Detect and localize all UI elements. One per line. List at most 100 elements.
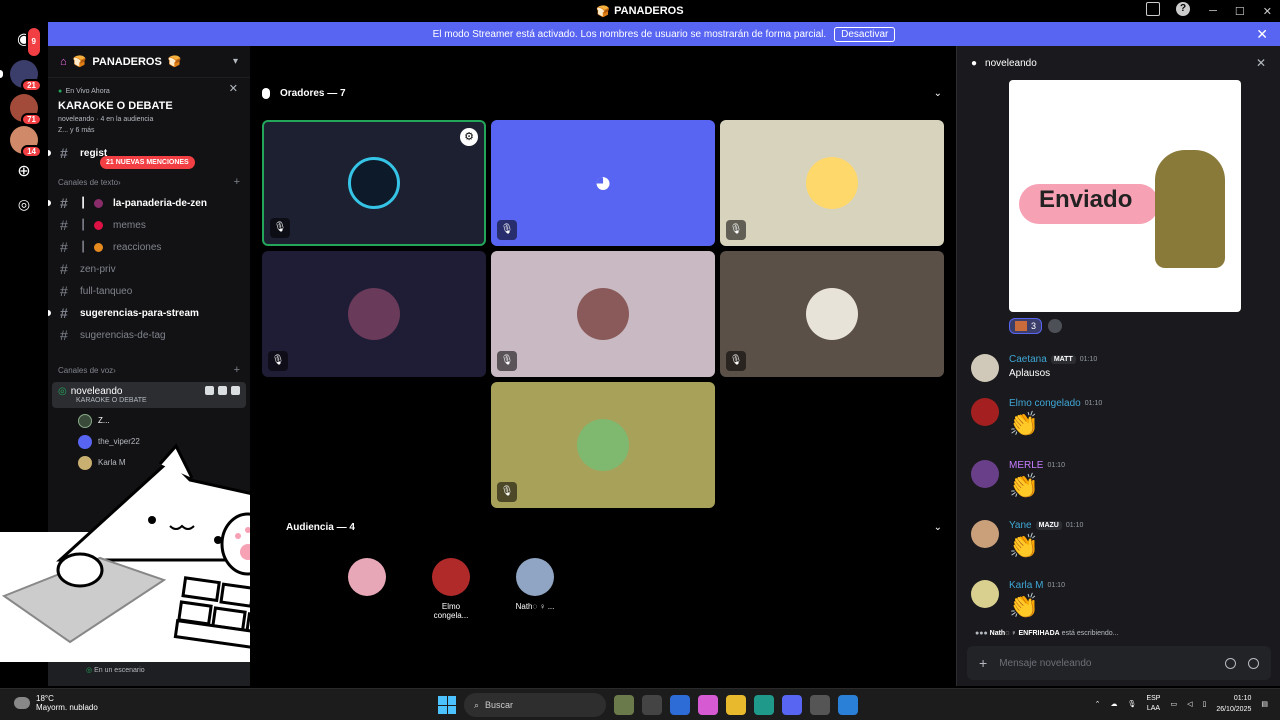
- app-icon[interactable]: [838, 695, 858, 715]
- speaker-tile[interactable]: 🎙: [720, 120, 944, 246]
- emoji-picker-icon[interactable]: [1225, 657, 1236, 669]
- audience-header[interactable]: Audiencia — 4: [286, 522, 355, 533]
- channel-reacciones[interactable]: # ┃ reacciones: [48, 236, 250, 258]
- category-text-channels[interactable]: Canales de texto › +: [48, 172, 250, 192]
- gear-icon[interactable]: ⚙: [460, 128, 478, 146]
- channel-la-panaderia-de-zen[interactable]: # ┃ la-panaderia-de-zen: [48, 192, 250, 214]
- server-header[interactable]: ⌂ 🍞 PANADEROS 🍞 ▾: [48, 46, 250, 78]
- network-icon[interactable]: ▭: [1170, 700, 1177, 708]
- channel-sugerencias-para-stream[interactable]: # sugerencias-para-stream: [48, 302, 250, 324]
- add-attachment-icon[interactable]: +: [979, 655, 987, 671]
- store-icon[interactable]: [670, 695, 690, 715]
- channel-prefix: ┃: [80, 197, 87, 209]
- chat-message[interactable]: Karla M 01:10 👏: [971, 580, 1065, 621]
- chat-message[interactable]: Elmo congelado 01:10 👏: [971, 398, 1102, 439]
- speakers-header[interactable]: Oradores — 7: [262, 88, 346, 99]
- avatar: [78, 413, 92, 428]
- copilot-icon[interactable]: [698, 695, 718, 715]
- event-host: noveleando: [58, 116, 95, 123]
- speaker-tile[interactable]: ⚙ 🎙: [262, 120, 486, 246]
- close-banner-icon[interactable]: ✕: [1256, 26, 1268, 43]
- hash-icon: #: [60, 261, 68, 277]
- lion-icon: [1155, 150, 1225, 268]
- sticker-image[interactable]: Enviado: [1009, 80, 1241, 312]
- channel-memes[interactable]: # ┃ memes: [48, 214, 250, 236]
- task-view-icon[interactable]: [642, 695, 662, 715]
- date: 26/10/2025: [1216, 706, 1252, 713]
- stage-chat-panel: ● noveleando ✕ Enviado 3 Caetana MATT 01:1…: [956, 46, 1280, 686]
- add-channel-icon[interactable]: +: [234, 176, 240, 188]
- app-icon[interactable]: [810, 695, 830, 715]
- message-input[interactable]: Mensaje noveleando: [999, 658, 1213, 669]
- close-window-button[interactable]: ✕: [1263, 5, 1272, 18]
- help-icon[interactable]: ?: [1176, 2, 1190, 16]
- start-button[interactable]: [438, 696, 456, 714]
- new-mentions-badge[interactable]: 21 NUEVAS MENCIONES: [100, 156, 195, 169]
- speaker-tile[interactable]: 🎙: [491, 251, 715, 377]
- muted-mic-icon: 🎙: [497, 482, 517, 502]
- server-icon-2[interactable]: 71: [10, 94, 42, 126]
- voice-user[interactable]: Z...: [48, 410, 250, 431]
- message-composer[interactable]: + Mensaje noveleando: [967, 646, 1271, 680]
- server-panaderos[interactable]: 21: [10, 60, 42, 92]
- audience-name: Elmo congela...: [433, 602, 469, 620]
- minimize-button[interactable]: ─: [1209, 5, 1217, 17]
- close-icon[interactable]: ✕: [1256, 56, 1266, 70]
- stage-area: Oradores — 7 ⌄ ⚙ 🎙 ◕ 🎙 🎙 🎙 🎙 🎙 🎙 Audienc…: [250, 46, 954, 686]
- language-indicator[interactable]: ESP LAA: [1146, 694, 1160, 714]
- chat-message[interactable]: MERLE 01:10 👏: [971, 460, 1065, 501]
- cloud-tray-icon[interactable]: ☁: [1111, 700, 1118, 708]
- battery-icon[interactable]: ▯: [1202, 700, 1206, 708]
- channel-full-tanqueo[interactable]: # full-tanqueo: [48, 280, 250, 302]
- clock[interactable]: 01:10 26/10/2025: [1216, 693, 1251, 715]
- widget-icon[interactable]: [614, 695, 634, 715]
- inbox-icon[interactable]: [1146, 2, 1160, 16]
- mic-tray-icon[interactable]: 🎙: [1128, 700, 1137, 708]
- speaker-tile[interactable]: 🎙: [491, 382, 715, 508]
- search-box[interactable]: ⌕ Buscar: [464, 693, 606, 717]
- chat-message[interactable]: Yane MAZU 01:10 👏: [971, 520, 1083, 561]
- chevron-down-icon[interactable]: ▾: [233, 56, 238, 67]
- audience-member[interactable]: Nath◌ ♀ ...: [508, 558, 562, 620]
- weather-widget[interactable]: 18°C Mayorm. nublado: [14, 694, 98, 712]
- channel-zen-priv[interactable]: # zen-priv: [48, 258, 250, 280]
- add-channel-icon[interactable]: +: [234, 364, 240, 376]
- reaction-button[interactable]: 3: [1009, 318, 1043, 334]
- server-icon-3[interactable]: 14: [10, 126, 42, 158]
- notification-icon[interactable]: ▤: [1261, 700, 1268, 708]
- category-voice-channels[interactable]: Canales de voz › +: [48, 360, 250, 380]
- discord-home-icon[interactable]: ◉ 9: [10, 26, 42, 58]
- chevron-down-icon[interactable]: ⌄: [934, 522, 942, 533]
- windows-taskbar: 18°C Mayorm. nublado ⌕ Buscar ⌃ ☁ 🎙 ESP LAA…: [0, 688, 1280, 720]
- audience-member[interactable]: [340, 558, 394, 620]
- discord-taskbar-icon[interactable]: [782, 695, 802, 715]
- voice-channel-noveleando[interactable]: ◎ noveleando KARAOKE O DEBATE: [52, 382, 246, 408]
- chat-message[interactable]: Caetana MATT 01:10 Aplausos: [971, 354, 1097, 382]
- audience-member[interactable]: Elmo congela...: [424, 558, 478, 620]
- edge-icon[interactable]: [754, 695, 774, 715]
- window-title: 🍞 PANADEROS: [596, 5, 684, 18]
- live-event-card[interactable]: ● En Vivo Ahora KARAOKE O DEBATE novelea…: [48, 78, 250, 138]
- channel-sugerencias-de-tag[interactable]: # sugerencias-de-tag: [48, 324, 250, 346]
- add-reaction-icon[interactable]: [1048, 319, 1063, 333]
- deactivate-button[interactable]: Desactivar: [834, 26, 896, 42]
- maximize-button[interactable]: ☐: [1235, 5, 1245, 18]
- search-icon: ⌕: [474, 699, 480, 710]
- chevron-down-icon[interactable]: ⌄: [934, 88, 942, 99]
- close-event-icon[interactable]: ✕: [229, 82, 238, 95]
- speaker-tile[interactable]: 🎙: [720, 251, 944, 377]
- user-tag: MATT: [1050, 355, 1076, 364]
- apps-icon[interactable]: [1248, 657, 1259, 669]
- chat-icon[interactable]: [205, 386, 214, 395]
- volume-icon[interactable]: ◁: [1187, 700, 1192, 708]
- status-icon: ◎: [86, 667, 93, 674]
- speaker-tile[interactable]: ◕ 🎙: [491, 120, 715, 246]
- speaker-tile[interactable]: 🎙: [262, 251, 486, 377]
- invite-icon[interactable]: [218, 386, 227, 395]
- file-explorer-icon[interactable]: [726, 695, 746, 715]
- chevron-up-icon[interactable]: ⌃: [1095, 700, 1101, 708]
- message-author: Caetana: [1009, 354, 1047, 365]
- gear-icon[interactable]: [231, 386, 240, 395]
- discover-icon[interactable]: ◎: [10, 190, 38, 218]
- add-server-icon[interactable]: ⊕: [10, 158, 38, 186]
